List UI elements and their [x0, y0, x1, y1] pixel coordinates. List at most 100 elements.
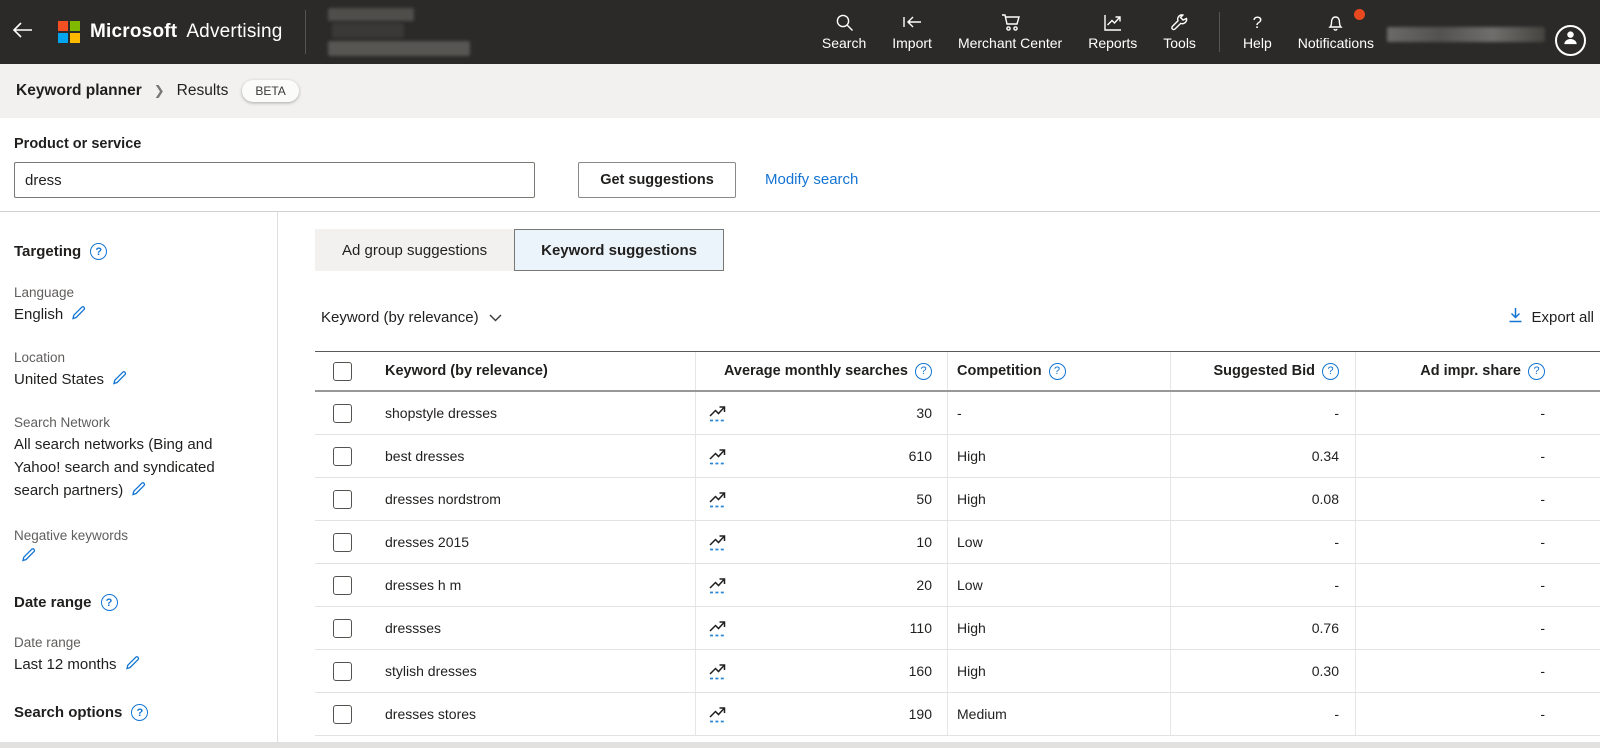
edit-location-icon[interactable]	[111, 370, 129, 393]
nav-merchant-center-label: Merchant Center	[958, 35, 1062, 51]
profile-avatar[interactable]	[1555, 25, 1586, 56]
avg-monthly-searches-value: 20	[916, 577, 932, 593]
date-range-help-icon[interactable]	[101, 594, 118, 611]
competition-cell: High	[947, 435, 1170, 477]
row-checkbox-cell	[315, 607, 370, 649]
col-header-ad-impr-share[interactable]: Ad impr. share	[1355, 352, 1600, 390]
beta-badge: BETA	[242, 80, 298, 102]
edit-search-network-icon[interactable]	[130, 481, 148, 504]
col-header-avg-searches[interactable]: Average monthly searches	[695, 352, 947, 390]
col-header-suggested-bid[interactable]: Suggested Bid	[1170, 352, 1355, 390]
language-label: Language	[14, 285, 259, 300]
row-checkbox[interactable]	[333, 576, 352, 595]
select-all-checkbox[interactable]	[333, 362, 352, 381]
ad-impr-share-cell: -	[1355, 693, 1600, 735]
edit-language-icon[interactable]	[70, 305, 88, 328]
row-checkbox[interactable]	[333, 533, 352, 552]
ad-impr-share-cell: -	[1355, 564, 1600, 606]
account-name-redacted[interactable]	[1387, 0, 1547, 64]
targeting-help-icon[interactable]	[90, 243, 107, 260]
nav-reports[interactable]: Reports	[1075, 0, 1150, 64]
avg-monthly-searches-value: 110	[910, 620, 932, 636]
sort-dropdown[interactable]: Keyword (by relevance)	[321, 309, 502, 326]
avg-searches-help-icon[interactable]	[915, 363, 932, 380]
col-header-avg-searches-label: Average monthly searches	[724, 363, 908, 379]
table-row: dresses h m20Low--	[315, 564, 1600, 607]
breadcrumb-chevron-icon: ❯	[154, 83, 165, 99]
row-checkbox[interactable]	[333, 447, 352, 466]
row-checkbox[interactable]	[333, 490, 352, 509]
trend-chart-icon[interactable]	[708, 662, 731, 681]
trend-chart-icon[interactable]	[708, 619, 731, 638]
search-options-section-title: Search options	[14, 704, 259, 721]
sort-dropdown-label: Keyword (by relevance)	[321, 309, 479, 326]
location-label: Location	[14, 350, 259, 365]
back-button[interactable]	[0, 0, 46, 64]
horizontal-scrollbar[interactable]	[0, 742, 1600, 748]
breadcrumb-results: Results	[177, 82, 229, 100]
nav-search[interactable]: Search	[809, 0, 879, 64]
language-value: English	[14, 303, 259, 328]
get-suggestions-button[interactable]: Get suggestions	[578, 162, 736, 198]
redacted-account-line-1	[328, 8, 414, 21]
trend-chart-icon[interactable]	[708, 576, 731, 595]
nav-merchant-center[interactable]: Merchant Center	[945, 0, 1075, 64]
keyword-cell: dresses stores	[370, 693, 695, 735]
suggested-bid-cell: 0.30	[1170, 650, 1355, 692]
back-arrow-icon	[12, 21, 34, 44]
tab-keyword-suggestions[interactable]: Keyword suggestions	[514, 229, 724, 271]
trend-chart-icon[interactable]	[708, 533, 731, 552]
trend-chart-icon[interactable]	[708, 447, 731, 466]
competition-cell: High	[947, 607, 1170, 649]
row-checkbox[interactable]	[333, 404, 352, 423]
nav-import-label: Import	[892, 35, 932, 51]
person-icon	[1561, 28, 1580, 52]
edit-negative-keywords-icon[interactable]	[20, 547, 38, 568]
brand-logo[interactable]: MicrosoftAdvertising	[58, 21, 283, 43]
keyword-cell: stylish dresses	[370, 650, 695, 692]
download-icon	[1508, 307, 1523, 327]
tab-ad-group-suggestions[interactable]: Ad group suggestions	[315, 229, 514, 271]
keyword-cell: best dresses	[370, 435, 695, 477]
product-or-service-input[interactable]	[14, 162, 535, 198]
table-row: shopstyle dresses30---	[315, 392, 1600, 435]
competition-help-icon[interactable]	[1049, 363, 1066, 380]
avg-monthly-searches-value: 10	[916, 534, 932, 550]
suggested-bid-cell: -	[1170, 521, 1355, 563]
modify-search-link[interactable]: Modify search	[765, 171, 858, 188]
ad-impr-share-cell: -	[1355, 478, 1600, 520]
trend-chart-icon[interactable]	[708, 490, 731, 509]
trend-chart-icon[interactable]	[708, 705, 731, 724]
competition-cell: Low	[947, 564, 1170, 606]
avg-monthly-searches-cell: 160	[695, 650, 947, 692]
row-checkbox-cell	[315, 435, 370, 477]
trend-chart-icon[interactable]	[708, 404, 731, 423]
row-checkbox[interactable]	[333, 662, 352, 681]
search-options-help-icon[interactable]	[131, 704, 148, 721]
edit-date-range-icon[interactable]	[124, 655, 142, 678]
nav-tools[interactable]: Tools	[1150, 0, 1209, 64]
bell-icon	[1326, 13, 1345, 32]
nav-tools-label: Tools	[1163, 35, 1196, 51]
location-value-text: United States	[14, 371, 104, 388]
col-header-competition[interactable]: Competition	[947, 352, 1170, 390]
nav-help[interactable]: ? Help	[1230, 0, 1285, 64]
suggested-bid-cell: 0.34	[1170, 435, 1355, 477]
col-header-keyword[interactable]: Keyword (by relevance)	[370, 352, 695, 390]
nav-help-label: Help	[1243, 35, 1272, 51]
table-body: shopstyle dresses30---best dresses610Hig…	[315, 392, 1600, 736]
row-checkbox[interactable]	[333, 705, 352, 724]
competition-cell: High	[947, 650, 1170, 692]
nav-import[interactable]: Import	[879, 0, 945, 64]
table-header-row: Keyword (by relevance) Average monthly s…	[315, 351, 1600, 392]
breadcrumb-keyword-planner[interactable]: Keyword planner	[16, 82, 142, 100]
suggested-bid-help-icon[interactable]	[1322, 363, 1339, 380]
account-info-redacted[interactable]	[320, 0, 490, 64]
ad-impr-share-help-icon[interactable]	[1528, 363, 1545, 380]
row-checkbox[interactable]	[333, 619, 352, 638]
nav-notifications[interactable]: Notifications	[1285, 0, 1387, 64]
logo-square-yellow	[70, 33, 80, 43]
avg-monthly-searches-cell: 30	[695, 392, 947, 434]
export-all-button[interactable]: Export all	[1508, 307, 1594, 327]
table-row: dresses nordstrom50High0.08-	[315, 478, 1600, 521]
